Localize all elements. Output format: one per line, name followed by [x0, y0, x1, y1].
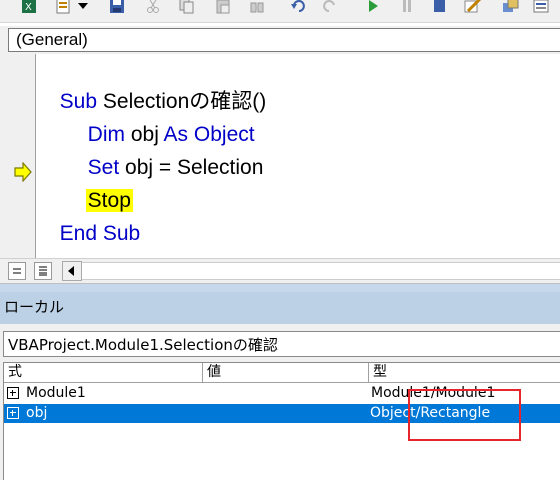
project-explorer-icon[interactable] — [500, 0, 522, 16]
undo-icon[interactable] — [288, 0, 310, 16]
row-expression: Module1 — [26, 385, 86, 401]
properties-icon[interactable] — [530, 0, 552, 16]
expand-icon[interactable] — [7, 387, 19, 399]
redo-icon[interactable] — [318, 0, 340, 16]
save-icon[interactable] — [106, 0, 128, 16]
copy-icon[interactable] — [176, 0, 198, 16]
row-expression: obj — [26, 405, 48, 421]
keyword-end-sub: End Sub — [59, 222, 141, 245]
procedure-bar: (General) — [0, 26, 560, 54]
insert-module-icon[interactable] — [52, 0, 74, 16]
paste-icon[interactable] — [212, 0, 234, 16]
find-icon[interactable] — [246, 0, 268, 16]
cut-icon[interactable] — [142, 0, 164, 16]
general-combo-label: (General) — [16, 30, 88, 49]
full-module-view-button[interactable] — [34, 262, 52, 280]
locals-context: VBAProject.Module1.Selectionの確認 — [3, 331, 560, 357]
locals-title-bar: ローカル — [0, 292, 560, 324]
reset-icon[interactable] — [428, 0, 450, 16]
margin-indicator-bar[interactable] — [0, 54, 36, 258]
locals-header: 式 値 型 — [4, 363, 560, 383]
assignment-text: obj = Selection — [119, 156, 264, 179]
horizontal-scrollbar[interactable] — [82, 262, 560, 280]
procedure-view-button[interactable] — [8, 262, 26, 280]
execution-arrow-icon — [14, 161, 32, 186]
locals-context-text: VBAProject.Module1.Selectionの確認 — [8, 336, 278, 354]
design-mode-icon[interactable] — [462, 0, 484, 16]
general-combo[interactable]: (General) — [8, 28, 560, 52]
scroll-left-button[interactable] — [62, 261, 82, 281]
code-line-5[interactable]: End Sub — [48, 192, 141, 248]
expand-icon[interactable] — [7, 407, 19, 419]
column-header-value[interactable]: 値 — [203, 363, 369, 382]
dropdown-icon[interactable] — [76, 0, 90, 16]
column-header-expression[interactable]: 式 — [4, 363, 203, 382]
annotation-highlight-box — [408, 389, 521, 441]
excel-icon[interactable]: X — [18, 0, 40, 16]
run-icon[interactable] — [362, 0, 384, 16]
break-icon[interactable] — [396, 0, 418, 16]
splitter[interactable] — [0, 284, 560, 292]
svg-text:X: X — [25, 2, 32, 13]
toolbar: X — [0, 0, 560, 23]
editor-bottom-bar — [0, 258, 560, 284]
locals-title: ローカル — [4, 298, 65, 316]
column-header-type[interactable]: 型 — [369, 363, 560, 382]
